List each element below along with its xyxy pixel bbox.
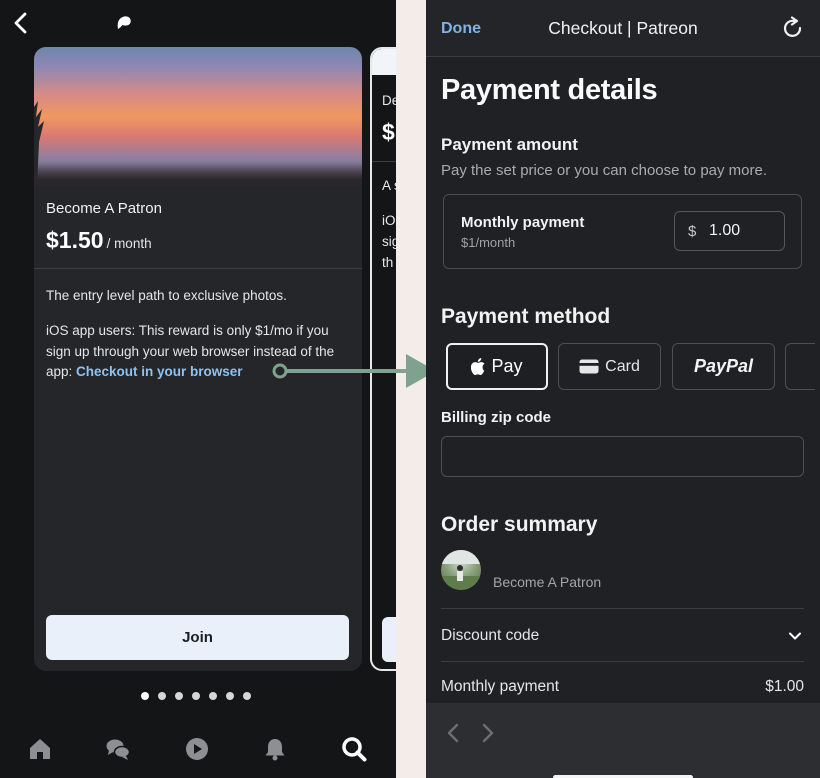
- payment-amount-value: 1.00: [709, 222, 741, 239]
- apple-pay-button[interactable]: Pay: [446, 343, 548, 390]
- tier-title: Become A Patron: [46, 200, 162, 217]
- reload-icon[interactable]: [782, 16, 804, 40]
- next-tier-cover: [372, 49, 396, 75]
- card-label: Card: [605, 357, 640, 375]
- next-tier-note-line: th: [382, 255, 394, 270]
- horizon-silhouette: [34, 163, 362, 187]
- tier-price-row: $1.50/ month: [46, 227, 152, 254]
- patreon-logo-icon: [117, 16, 131, 29]
- payment-amount-heading: Payment amount: [441, 135, 578, 154]
- next-tier-note-line: iO: [382, 213, 396, 228]
- tier-cover-image: [34, 47, 362, 187]
- card-divider: [34, 268, 362, 269]
- currency-symbol: $: [688, 223, 697, 240]
- payment-method-heading: Payment method: [441, 305, 611, 328]
- tier-price: $1.50: [46, 227, 104, 253]
- carousel-dot[interactable]: [226, 692, 234, 700]
- checkout-sheet: Done Checkout | Patreon Payment details …: [426, 0, 820, 778]
- next-tier-title: De: [382, 93, 396, 108]
- bottom-navigation: [0, 722, 396, 778]
- billing-zip-input[interactable]: [441, 436, 804, 477]
- next-tier-join-button[interactable]: [382, 617, 396, 662]
- tier-price-period: / month: [106, 236, 152, 251]
- monthly-payment-box: Monthly payment $1/month $ 1.00: [443, 194, 802, 269]
- carousel-dot[interactable]: [158, 692, 166, 700]
- summary-divider: [441, 608, 804, 609]
- summary-divider: [441, 661, 804, 662]
- next-card-divider: [372, 161, 396, 162]
- next-tier-note-line: sig: [382, 234, 396, 249]
- home-icon[interactable]: [27, 736, 53, 762]
- browser-back-icon[interactable]: [446, 722, 460, 744]
- checkout-in-browser-link[interactable]: Checkout in your browser: [76, 364, 243, 379]
- order-tier-name: Become A Patron: [493, 574, 602, 590]
- monthly-payment-hint: $1/month: [461, 235, 516, 250]
- carousel-dot[interactable]: [141, 692, 149, 700]
- chat-icon[interactable]: [105, 736, 131, 762]
- monthly-payment-summary-label: Monthly payment: [441, 678, 560, 695]
- monthly-payment-label: Monthly payment: [461, 214, 585, 231]
- discount-code-toggle[interactable]: Discount code: [441, 627, 539, 645]
- search-icon[interactable]: [341, 736, 367, 762]
- card-button[interactable]: Card: [558, 343, 661, 390]
- order-summary-heading: Order summary: [441, 513, 598, 536]
- billing-zip-label: Billing zip code: [441, 409, 552, 426]
- tier-description: The entry level path to exclusive photos…: [46, 288, 287, 303]
- more-payment-options-button[interactable]: [785, 343, 815, 390]
- carousel-dot[interactable]: [209, 692, 217, 700]
- checkout-topbar: Done Checkout | Patreon: [426, 0, 820, 57]
- connector-arrow: [272, 354, 436, 388]
- paypal-logo: PayPal: [693, 356, 754, 376]
- back-arrow-icon[interactable]: [10, 10, 32, 36]
- checkout-title: Checkout | Patreon: [548, 18, 698, 38]
- apple-pay-label: Pay: [491, 356, 523, 376]
- next-tier-description: A s: [382, 178, 396, 193]
- carousel-dot[interactable]: [175, 692, 183, 700]
- carousel-dot[interactable]: [243, 692, 251, 700]
- payment-amount-input[interactable]: $ 1.00: [674, 211, 785, 251]
- payment-details-heading: Payment details: [441, 74, 658, 106]
- carousel-dots: [141, 692, 251, 700]
- monthly-payment-summary-value: $1.00: [765, 678, 804, 695]
- bell-icon[interactable]: [262, 736, 288, 762]
- join-button[interactable]: Join: [46, 615, 349, 660]
- play-icon[interactable]: [184, 736, 210, 762]
- payment-amount-subtitle: Pay the set price or you can choose to p…: [441, 162, 768, 179]
- browser-forward-icon[interactable]: [481, 722, 495, 744]
- avatar-photo: [441, 550, 481, 590]
- creator-avatar: [441, 550, 481, 590]
- carousel-dot[interactable]: [192, 692, 200, 700]
- chevron-down-icon[interactable]: [788, 629, 802, 643]
- apple-icon: [471, 358, 485, 375]
- credit-card-icon: [579, 359, 599, 374]
- paypal-button[interactable]: PayPal: [672, 343, 775, 390]
- browser-toolbar: [426, 703, 820, 778]
- next-tier-price: $: [382, 119, 395, 145]
